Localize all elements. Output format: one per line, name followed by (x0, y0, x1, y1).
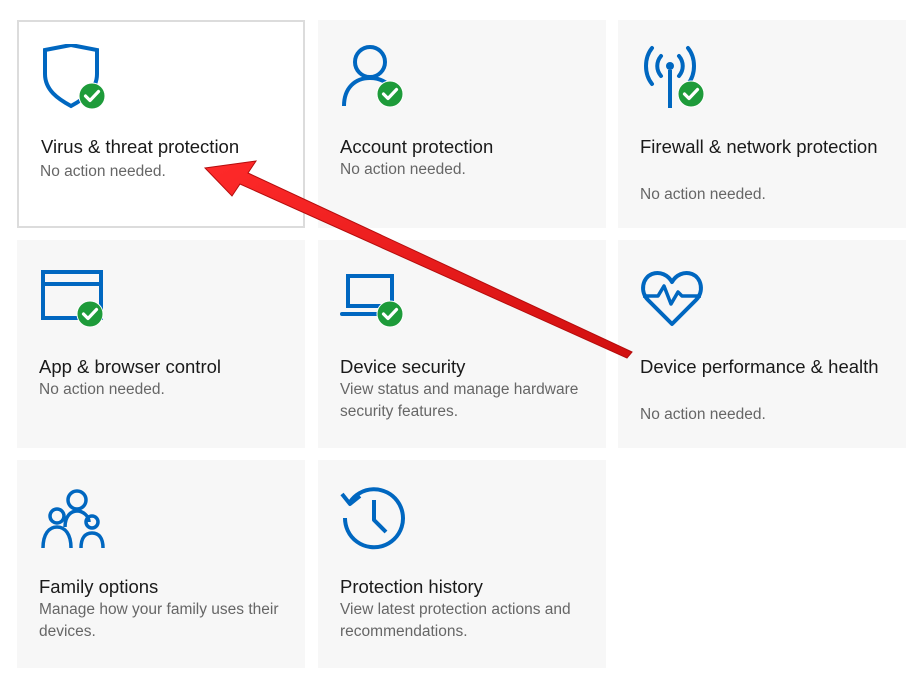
tile-app-browser-control[interactable]: App & browser control No action needed. (17, 240, 305, 448)
tile-device-performance-health[interactable]: Device performance & health No action ne… (618, 240, 906, 448)
tile-title: Device performance & health (640, 356, 879, 377)
tile-virus-threat-protection[interactable]: Virus & threat protection No action need… (17, 20, 305, 228)
tile-subtitle: No action needed. (40, 163, 166, 180)
tile-subtitle: No action needed. (39, 381, 165, 398)
tile-subtitle: View status and manage hardware security… (340, 381, 579, 420)
tile-title: Virus & threat protection (41, 136, 240, 157)
tile-firewall-network-protection[interactable]: Firewall & network protection No action … (618, 20, 906, 228)
tile-title: Firewall & network protection (640, 136, 878, 157)
tile-device-security[interactable]: Device security View status and manage h… (318, 240, 606, 448)
tile-subtitle: View latest protection actions and recom… (340, 601, 571, 640)
heart-pulse-icon (638, 262, 710, 334)
tile-family-options[interactable]: Family options Manage how your family us… (17, 460, 305, 668)
tile-title: Protection history (340, 576, 483, 597)
history-clock-icon (338, 482, 410, 554)
tile-account-protection[interactable]: Account protection No action needed. (318, 20, 606, 228)
tile-subtitle: Manage how your family uses their device… (39, 601, 279, 640)
tile-title: Device security (340, 356, 466, 377)
laptop-check-icon (338, 262, 410, 334)
family-icon (37, 482, 109, 554)
browser-window-check-icon (37, 262, 109, 334)
tile-subtitle: No action needed. (340, 161, 466, 178)
account-check-icon (338, 42, 410, 114)
tile-title: Family options (39, 576, 159, 597)
tile-protection-history[interactable]: Protection history View latest protectio… (318, 460, 606, 668)
shield-check-icon (39, 44, 111, 116)
tile-title: App & browser control (39, 356, 222, 377)
wifi-antenna-check-icon (638, 42, 710, 114)
tile-subtitle: No action needed. (640, 406, 766, 423)
tile-title: Account protection (340, 136, 494, 157)
tile-subtitle: No action needed. (640, 186, 766, 203)
